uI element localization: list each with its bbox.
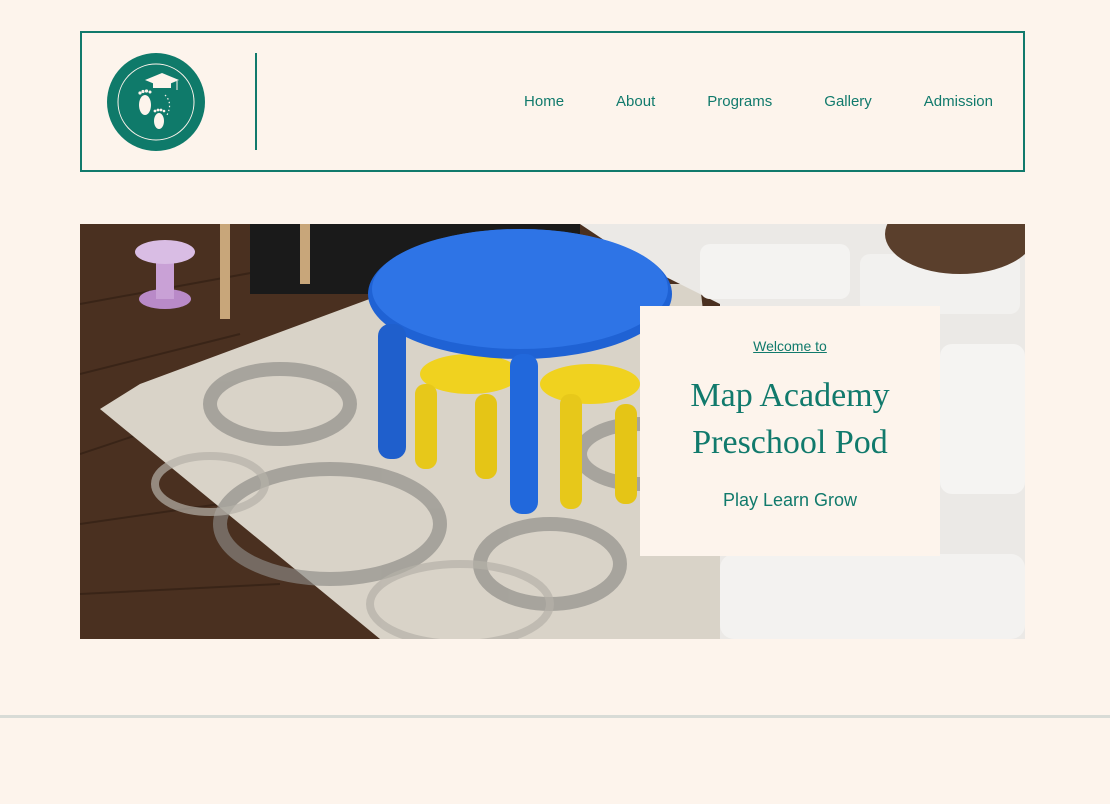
hero-title-line2: Preschool Pod (692, 424, 888, 461)
hero-title-line1: Map Academy (690, 377, 890, 414)
hero-tagline: Play Learn Grow (722, 490, 858, 510)
nav-home[interactable]: Home (524, 93, 564, 110)
nav-admission[interactable]: Admission (924, 93, 993, 110)
main-nav: Home About Programs Gallery Admission (524, 33, 993, 170)
nav-programs[interactable]: Programs (707, 93, 772, 110)
welcome-card: Welcome to Map Academy Preschool Pod Pla… (640, 306, 940, 556)
preschool-footprints-logo-icon[interactable] (107, 53, 205, 151)
footer-divider (0, 715, 1110, 718)
nav-about[interactable]: About (616, 93, 655, 110)
nav-gallery[interactable]: Gallery (824, 93, 872, 110)
header-divider (255, 53, 257, 150)
welcome-link[interactable]: Welcome to (640, 338, 940, 354)
hero-title: Map Academy Preschool Pod (640, 372, 940, 466)
site-header: Home About Programs Gallery Admission (80, 31, 1025, 172)
